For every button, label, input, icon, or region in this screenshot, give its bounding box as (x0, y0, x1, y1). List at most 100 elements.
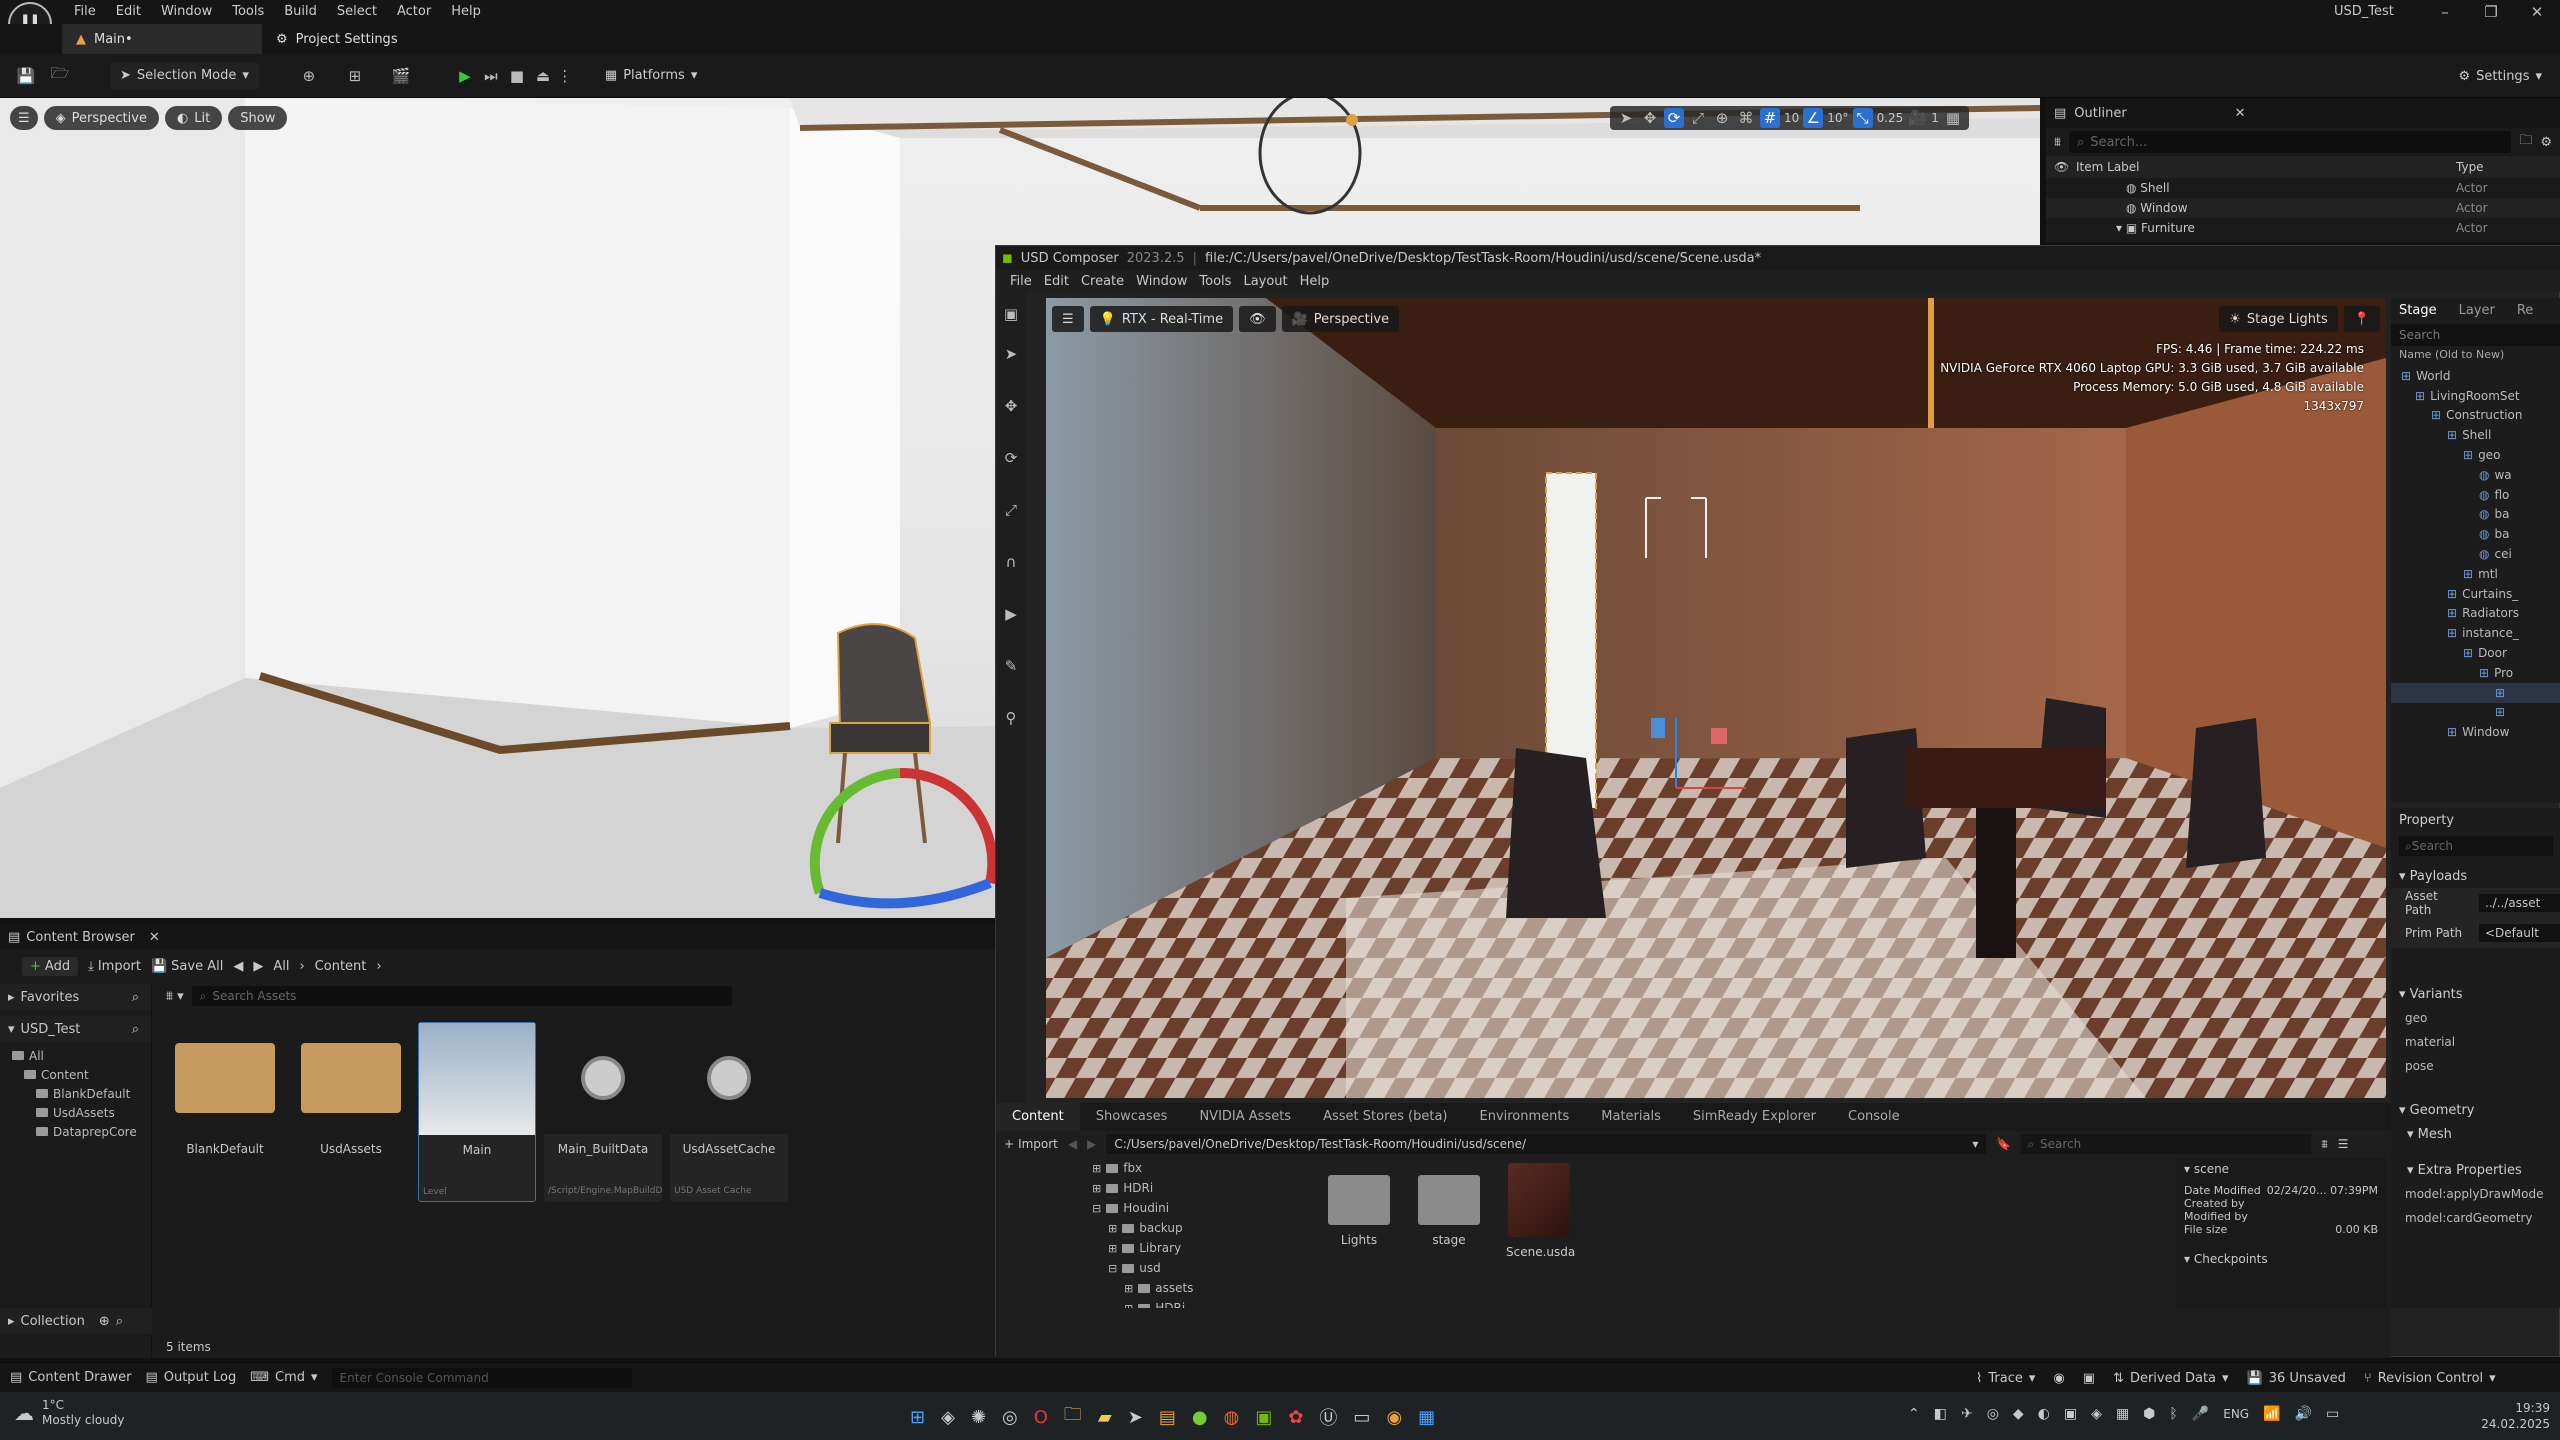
wifi-icon[interactable]: 📶 (2263, 1406, 2280, 1422)
extra-property-item[interactable]: model:applyDrawMode (2405, 1182, 2560, 1206)
calculator-icon[interactable]: ▦ (1418, 1407, 1435, 1428)
menu-help[interactable]: Help (441, 0, 491, 24)
settings-dropdown[interactable]: ⚙ Settings ▾ (2448, 62, 2552, 90)
add-button[interactable]: + Add (22, 956, 79, 976)
prim-path-field[interactable]: <Default (2479, 924, 2560, 942)
record-icon[interactable]: ◉ (2053, 1371, 2064, 1386)
stage-tree-item[interactable]: ⊞ Shell (2391, 425, 2560, 445)
scale-snap-icon[interactable]: ⤡ (1852, 108, 1873, 128)
hamburger-icon[interactable]: ☰ (10, 106, 38, 130)
save-icon[interactable]: 💾 (16, 66, 36, 86)
details-header[interactable]: ▾ scene (2184, 1162, 2378, 1176)
stage-tree-item[interactable]: ◍ flo (2391, 485, 2560, 505)
forward-icon[interactable]: ▶ (253, 959, 263, 974)
stage-search-input[interactable]: Search (2391, 324, 2560, 346)
sublime-icon[interactable]: ▤ (1159, 1407, 1176, 1428)
property-search-input[interactable]: ⌕ Search (2399, 836, 2553, 856)
breadcrumb-content[interactable]: Content (315, 959, 367, 974)
project-header[interactable]: ▾ USD_Test ⌕ (0, 1016, 151, 1042)
output-log-button[interactable]: ▤ Output Log (145, 1370, 236, 1385)
usd-file-tile[interactable]: Scene.usda (1506, 1163, 1575, 1259)
usd-menu-layout[interactable]: Layout (1237, 274, 1293, 289)
stage-lights-button[interactable]: ☀ Stage Lights (2219, 306, 2338, 332)
scale-snap-value[interactable]: 0.25 (1877, 111, 1904, 125)
measure-icon[interactable]: ⚲ (1001, 708, 1021, 728)
stage-header[interactable]: Name (Old to New) (2391, 348, 2560, 366)
save-all-button[interactable]: 💾 Save All (151, 959, 223, 974)
usd-search-input[interactable]: ⌕ Search (2021, 1134, 2312, 1154)
step-icon[interactable]: ⏭ (481, 66, 501, 86)
stage-tree-item[interactable]: ◍ ba (2391, 505, 2560, 525)
stage-tree-item[interactable]: ◍ ba (2391, 524, 2560, 544)
gear-icon[interactable]: ⚙ (2540, 135, 2552, 150)
stage-tree-item[interactable]: ⊞ Window (2391, 722, 2560, 742)
cmd-dropdown[interactable]: ⌨ Cmd ▾ (250, 1370, 317, 1385)
bookmark-icon[interactable]: 🔖 (1996, 1137, 2011, 1151)
extra-property-item[interactable]: model:cardGeometry (2405, 1206, 2560, 1230)
rotate-icon[interactable]: ⟳ (1001, 448, 1021, 468)
outliner-search-input[interactable]: ⌕ Search... (2068, 131, 2512, 153)
usd-folder-item[interactable]: ⊟ usd (1092, 1258, 1292, 1278)
search-icon[interactable]: ⌕ (132, 990, 139, 1005)
checkpoints-header[interactable]: ▾ Checkpoints (2184, 1252, 2378, 1266)
chevron-up-icon[interactable]: ⌃ (1908, 1406, 1920, 1422)
bluetooth-icon[interactable]: ᛒ (2169, 1406, 2177, 1422)
stage-tree-item[interactable]: ⊞ (2391, 703, 2560, 723)
nvidia-omniverse-icon[interactable]: ▣ (1255, 1407, 1272, 1428)
play-icon[interactable]: ▶ (1001, 604, 1021, 624)
stage-tree-item[interactable]: ⊞ Construction (2391, 406, 2560, 426)
unsaved-button[interactable]: 💾 36 Unsaved (2247, 1371, 2346, 1386)
col-type[interactable]: Type (2456, 160, 2484, 174)
houdini-icon[interactable]: ◍ (1224, 1407, 1240, 1428)
usd-menu-create[interactable]: Create (1075, 274, 1130, 289)
move-icon[interactable]: ✥ (1001, 396, 1021, 416)
spotify-icon[interactable]: ● (1192, 1407, 1208, 1428)
more-icon[interactable]: ⋮ (555, 66, 575, 86)
menu-actor[interactable]: Actor (387, 0, 441, 24)
outliner-row[interactable]: ▾ ▣ Furniture Actor (2046, 218, 2560, 238)
content-browser-tab[interactable]: ▤ Content Browser ✕ (0, 924, 995, 950)
world-icon[interactable]: ⊕ (1712, 108, 1732, 128)
asset-search-input[interactable]: ⌕ Search Assets (191, 986, 732, 1006)
stage-tree-item[interactable]: ⊞ World (2391, 366, 2560, 386)
usd-menu-file[interactable]: File (1004, 274, 1038, 289)
col-item-label[interactable]: Item Label (2076, 160, 2456, 174)
usd-import-button[interactable]: + Import (1004, 1137, 1058, 1151)
usd-folder-item[interactable]: ⊞ HDRi (1092, 1298, 1292, 1308)
eject-icon[interactable]: ⏏ (533, 66, 553, 86)
play-icon[interactable]: ▶ (455, 66, 475, 86)
paint-icon[interactable]: ✎ (1001, 656, 1021, 676)
close-icon[interactable]: ✕ (2514, 2, 2560, 22)
camera-speed-icon[interactable]: 🎥 (1907, 108, 1927, 128)
usd-folder-item[interactable]: ⊞ fbx (1092, 1158, 1292, 1178)
usd-tab-nvidia-assets[interactable]: NVIDIA Assets (1183, 1103, 1307, 1131)
variants-section[interactable]: ▾ Variants (2391, 982, 2560, 1006)
asset-tile[interactable]: Main Level (418, 1022, 536, 1202)
usd-file-tile[interactable]: Lights (1326, 1163, 1392, 1247)
mesh-section[interactable]: ▾ Mesh (2391, 1122, 2560, 1146)
telegram-icon[interactable]: ✈ (1961, 1406, 1973, 1422)
usd-folder-item[interactable]: ⊞ HDRi (1092, 1178, 1292, 1198)
terminal-icon[interactable]: ➤ (1128, 1407, 1143, 1428)
search-icon[interactable]: ⌕ (132, 1022, 139, 1037)
maximize-icon[interactable]: ❐ (2468, 2, 2514, 22)
stage-tree-item[interactable]: ⊞ LivingRoomSet (2391, 386, 2560, 406)
stage-tab[interactable]: Stage (2399, 303, 2437, 318)
menu-file[interactable]: File (64, 0, 106, 24)
tab-project-settings[interactable]: ⚙ Project Settings (262, 24, 412, 54)
tray-app-icon[interactable]: ◈ (2091, 1406, 2102, 1422)
forward-icon[interactable]: ▶ (1087, 1137, 1096, 1151)
menu-edit[interactable]: Edit (106, 0, 151, 24)
volume-icon[interactable]: 🔊 (2295, 1406, 2312, 1422)
file-explorer-icon[interactable]: 🗀 (1064, 1402, 1082, 1432)
move-icon[interactable]: ✥ (1640, 108, 1660, 128)
usd-folder-item[interactable]: ⊞ assets (1092, 1278, 1292, 1298)
menu-window[interactable]: Window (151, 0, 222, 24)
rotate-icon[interactable]: ⟳ (1664, 108, 1684, 128)
close-icon[interactable]: ✕ (149, 930, 160, 945)
asset-tile[interactable]: BlankDefault (166, 1022, 284, 1202)
extra-properties-section[interactable]: ▾ Extra Properties (2391, 1158, 2560, 1182)
usd-menu-tools[interactable]: Tools (1193, 274, 1237, 289)
copilot-icon[interactable]: ◈ (941, 1407, 955, 1428)
scale-icon[interactable]: ⤢ (1001, 500, 1021, 520)
